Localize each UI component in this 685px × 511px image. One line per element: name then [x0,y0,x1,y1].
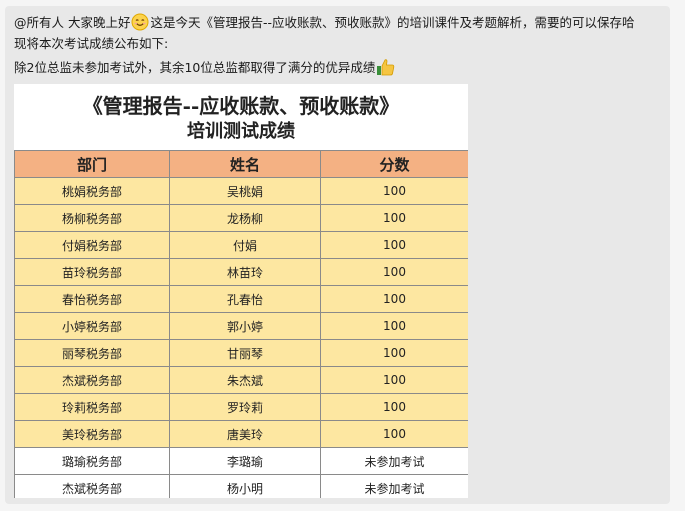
cell-name: 杨小明 [169,474,321,498]
cell-score: 100 [320,258,468,286]
cell-score: 100 [320,339,468,367]
cell-name: 林苗玲 [169,258,321,286]
sheet-title-block: 《管理报告--应收账款、预收账款》 培训测试成绩 [14,84,468,150]
message-text-greeting: @所有人 大家晚上好 [14,15,131,30]
cell-score: 100 [320,312,468,340]
cell-department: 付娟税务部 [14,231,170,259]
cell-department: 杰斌税务部 [14,366,170,394]
table-row: 璐瑜税务部 李璐瑜 未参加考试 [14,447,468,475]
sheet-title: 《管理报告--应收账款、预收账款》 [82,94,400,118]
table-header-row: 部门 姓名 分数 [14,150,468,178]
message-line-2: 现将本次考试成绩公布如下: [14,36,169,51]
cell-name: 罗玲莉 [169,393,321,421]
cell-department: 丽琴税务部 [14,339,170,367]
cell-department: 玲莉税务部 [14,393,170,421]
cell-department: 桃娟税务部 [14,177,170,205]
cell-score: 100 [320,420,468,448]
cell-score: 100 [320,366,468,394]
cell-department: 杨柳税务部 [14,204,170,232]
message-line-1: @所有人 大家晚上好 这是今天《管理报告--应收账款、预收账款》的培训课件及考题解… [14,13,635,36]
cell-score: 100 [320,285,468,313]
cell-score: 100 [320,177,468,205]
table-row: 美玲税务部 唐美玲 100 [14,420,468,448]
score-sheet-image[interactable]: 《管理报告--应收账款、预收账款》 培训测试成绩 部门 姓名 分数 桃娟税务部 … [14,84,468,498]
message-text-intro: 这是今天《管理报告--应收账款、预收账款》的培训课件及考题解析，需要的可以保存哈 [150,15,635,30]
table-row: 丽琴税务部 甘丽琴 100 [14,339,468,367]
message-text-result: 除2位总监未参加考试外，其余10位总监都取得了满分的优异成绩 [14,60,376,75]
header-department: 部门 [14,150,170,178]
message-line-3: 除2位总监未参加考试外，其余10位总监都取得了满分的优异成绩 [14,58,397,81]
header-name: 姓名 [169,150,321,178]
cell-name: 郭小婷 [169,312,321,340]
table-row: 杰斌税务部 杨小明 未参加考试 [14,474,468,498]
cell-name: 甘丽琴 [169,339,321,367]
table-row: 春怡税务部 孔春怡 100 [14,285,468,313]
table-row: 付娟税务部 付娟 100 [14,231,468,259]
table-row: 苗玲税务部 林苗玲 100 [14,258,468,286]
cell-score: 100 [320,393,468,421]
cell-department: 春怡税务部 [14,285,170,313]
cell-department: 苗玲税务部 [14,258,170,286]
cell-department: 杰斌税务部 [14,474,170,498]
cell-score: 未参加考试 [320,447,468,475]
table-row: 杨柳税务部 龙杨柳 100 [14,204,468,232]
header-score: 分数 [320,150,468,178]
sheet-subtitle: 培训测试成绩 [187,121,295,142]
table-row: 杰斌税务部 朱杰斌 100 [14,366,468,394]
score-table: 部门 姓名 分数 桃娟税务部 吴桃娟 100 杨柳税务部 龙杨柳 100 付娟税… [14,150,468,498]
cell-name: 龙杨柳 [169,204,321,232]
cell-name: 李璐瑜 [169,447,321,475]
cell-department: 美玲税务部 [14,420,170,448]
smile-emoji-icon [131,13,149,36]
cell-score: 100 [320,231,468,259]
cell-name: 吴桃娟 [169,177,321,205]
cell-department: 璐瑜税务部 [14,447,170,475]
cell-name: 付娟 [169,231,321,259]
table-row: 玲莉税务部 罗玲莉 100 [14,393,468,421]
cell-department: 小婷税务部 [14,312,170,340]
cell-score: 100 [320,204,468,232]
cell-name: 孔春怡 [169,285,321,313]
cell-name: 唐美玲 [169,420,321,448]
thumbs-up-icon [376,58,396,81]
table-row: 小婷税务部 郭小婷 100 [14,312,468,340]
cell-score: 未参加考试 [320,474,468,498]
cell-name: 朱杰斌 [169,366,321,394]
table-row: 桃娟税务部 吴桃娟 100 [14,177,468,205]
